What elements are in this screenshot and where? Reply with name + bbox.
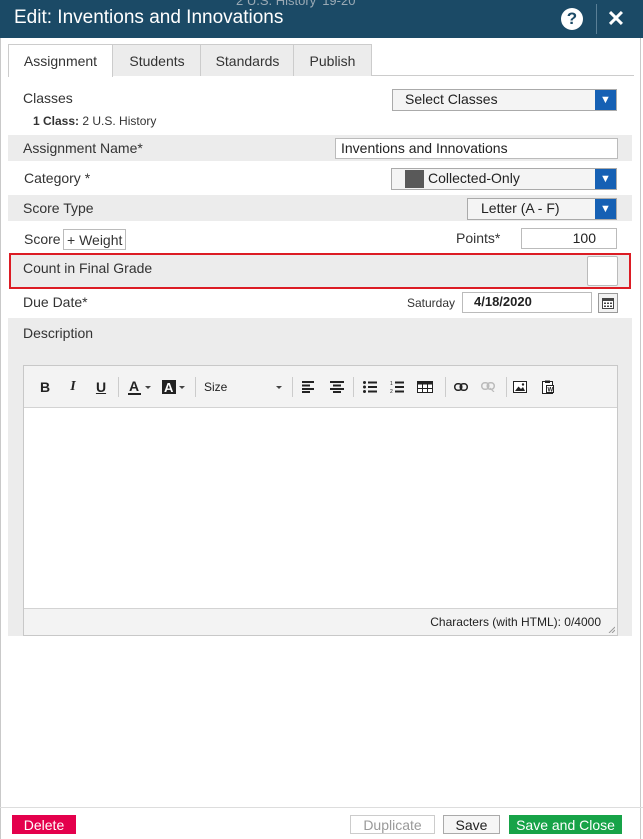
category-select-value: Collected-Only — [428, 170, 520, 186]
toolbar-separator — [353, 377, 354, 397]
assignment-name-label: Assignment Name* — [23, 140, 143, 156]
toolbar-separator — [445, 377, 446, 397]
save-and-close-button[interactable]: Save and Close — [509, 815, 622, 834]
svg-text:2: 2 — [390, 389, 393, 393]
toolbar-separator — [195, 377, 196, 397]
resize-handle-icon[interactable] — [607, 625, 615, 633]
underline-icon[interactable]: U — [93, 377, 109, 397]
close-button[interactable]: ✕ — [596, 4, 635, 34]
description-label: Description — [23, 325, 94, 341]
tab-students[interactable]: Students — [112, 44, 202, 76]
category-select[interactable]: Collected-Only ▼ — [391, 168, 617, 190]
image-icon[interactable] — [511, 377, 529, 397]
chevron-down-icon: ▼ — [595, 169, 616, 189]
paste-word-icon[interactable]: W — [539, 377, 557, 397]
description-editor[interactable]: B I U A A Size 12 W Characters (with HTM… — [23, 365, 618, 636]
tab-assignment[interactable]: Assignment — [8, 44, 113, 77]
classes-summary: 1 Class: 2 U.S. History — [33, 114, 157, 128]
category-color-swatch — [405, 170, 424, 188]
dialog-title: Edit: Inventions and Innovations — [14, 7, 284, 28]
font-color-icon[interactable]: A — [127, 377, 153, 397]
due-date-label: Due Date* — [23, 294, 88, 310]
bold-icon[interactable]: B — [37, 377, 53, 397]
align-center-icon[interactable] — [328, 377, 346, 397]
help-button[interactable]: ? — [553, 4, 591, 34]
classes-select-value: Select Classes — [405, 91, 498, 107]
save-button[interactable]: Save — [443, 815, 500, 834]
svg-text:W: W — [548, 388, 554, 394]
highlight-box — [9, 253, 631, 289]
points-input[interactable]: 100 — [521, 228, 617, 249]
toolbar-separator — [118, 377, 119, 397]
chevron-down-icon — [276, 386, 282, 389]
italic-icon[interactable]: I — [65, 377, 81, 397]
assignment-name-input[interactable]: Inventions and Innovations — [335, 138, 618, 159]
toolbar-separator — [506, 377, 507, 397]
dialog-border-right — [640, 38, 641, 839]
table-icon[interactable] — [416, 377, 434, 397]
tab-publish[interactable]: Publish — [293, 44, 372, 76]
footer-divider — [0, 807, 643, 808]
classes-label: Classes — [23, 90, 73, 106]
dialog-titlebar: 2 U.S. History 19-20 Edit: Inventions and… — [0, 0, 643, 38]
chevron-down-icon: ▼ — [595, 90, 616, 110]
delete-button[interactable]: Delete — [12, 815, 76, 834]
link-icon[interactable] — [452, 377, 470, 397]
editor-toolbar: B I U A A Size 12 W — [24, 366, 617, 408]
unlink-icon[interactable] — [479, 377, 497, 397]
numbered-list-icon[interactable]: 12 — [388, 377, 406, 397]
due-day: Saturday — [407, 296, 456, 310]
help-icon: ? — [561, 8, 583, 30]
svg-text:1: 1 — [390, 381, 393, 387]
character-count: Characters (with HTML): 0/4000 — [430, 615, 601, 629]
classes-select[interactable]: Select Classes ▼ — [392, 89, 617, 111]
dialog-border-left — [0, 38, 1, 839]
calendar-button[interactable] — [598, 293, 618, 313]
due-date-input[interactable]: 4/18/2020 — [462, 292, 592, 313]
calendar-icon — [602, 298, 614, 309]
tab-standards[interactable]: Standards — [200, 44, 295, 76]
score-label: Score — [24, 231, 61, 247]
points-label: Points* — [456, 230, 501, 246]
toolbar-separator — [292, 377, 293, 397]
add-weight-button[interactable]: + Weight — [63, 229, 127, 250]
editor-statusbar: Characters (with HTML): 0/4000 — [24, 608, 617, 635]
duplicate-button[interactable]: Duplicate — [350, 815, 435, 834]
chevron-down-icon: ▼ — [595, 199, 616, 219]
highlight-color-icon[interactable]: A — [161, 377, 187, 397]
score-type-value: Letter (A - F) — [481, 200, 560, 216]
svg-text:A: A — [129, 378, 139, 394]
svg-text:A: A — [164, 380, 174, 395]
category-label: Category * — [24, 170, 91, 186]
score-type-select[interactable]: Letter (A - F) ▼ — [467, 198, 617, 220]
font-size-dropdown[interactable]: Size — [204, 377, 286, 397]
score-type-label: Score Type — [23, 200, 94, 216]
close-icon: ✕ — [606, 6, 626, 31]
align-left-icon[interactable] — [300, 377, 318, 397]
bullet-list-icon[interactable] — [361, 377, 379, 397]
